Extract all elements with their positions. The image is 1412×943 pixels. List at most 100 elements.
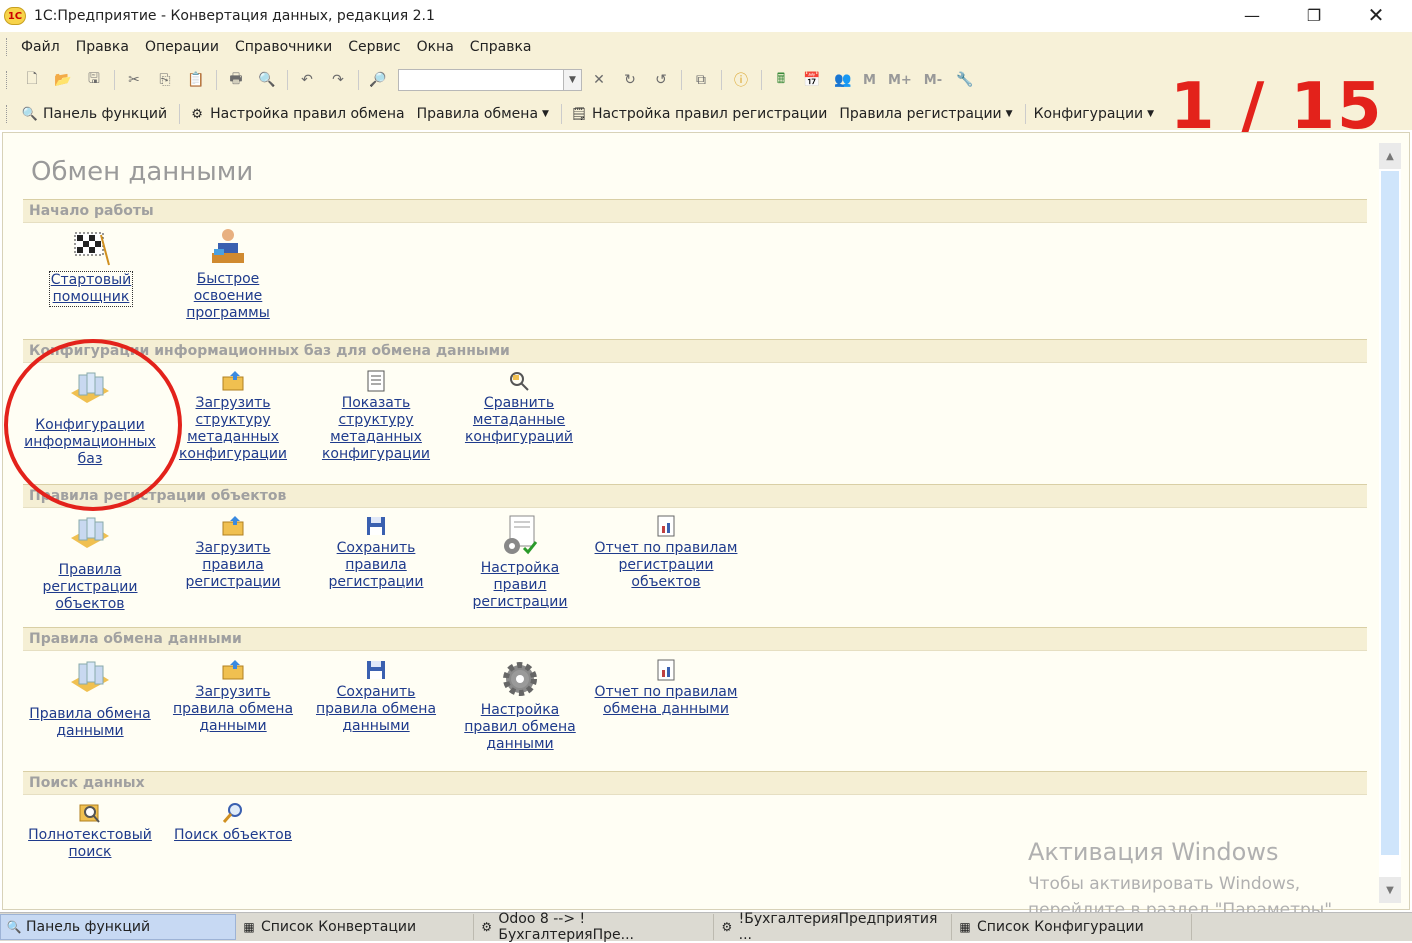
menu-edit[interactable]: Правка xyxy=(76,39,129,55)
tile-exchange-setup[interactable]: Настройка правил обмена данными xyxy=(450,658,590,753)
undo-icon[interactable]: ↶ xyxy=(296,69,318,91)
task-label: Список Конфигурации xyxy=(977,919,1144,935)
tile-registration-rules[interactable]: Правила регистрации объектов xyxy=(20,514,160,613)
grip-handle[interactable] xyxy=(6,38,9,56)
task-configurations-list[interactable]: ▦ Список Конфигурации xyxy=(952,914,1192,940)
menu-help[interactable]: Справка xyxy=(470,39,532,55)
registration-rules-dropdown[interactable]: Правила регистрации ▼ xyxy=(839,106,1012,122)
tile-save-exchange-rules[interactable]: Сохранить правила обмена данными xyxy=(306,658,446,735)
tile-start-wizard[interactable]: Стартовый помощник xyxy=(21,229,161,307)
task-odoo-conversion[interactable]: ⚙ Odoo 8 --> !БухгалтерияПре... xyxy=(474,911,714,943)
tile-registration-setup[interactable]: Настройка правил регистрации xyxy=(450,514,590,611)
search-input[interactable] xyxy=(398,69,564,91)
tile-save-registration[interactable]: Сохранить правила регистрации xyxy=(306,514,446,591)
calculator-icon[interactable]: 🖩 xyxy=(770,69,792,91)
cut-icon[interactable]: ✂ xyxy=(123,69,145,91)
configurations-dropdown[interactable]: Конфигурации ▼ xyxy=(1034,106,1154,122)
tile-label: Загрузить структуру метаданных конфигура… xyxy=(178,395,288,462)
calendar-icon[interactable]: 📅 xyxy=(801,69,823,91)
settings-gear-icon: ⚙ xyxy=(721,920,733,934)
exchange-setup-button[interactable]: ⚙ Настройка правил обмена xyxy=(188,105,404,123)
tile-label: Отчет по правилам регистрации объектов xyxy=(594,540,738,590)
redo-icon[interactable]: ↷ xyxy=(327,69,349,91)
grip-handle[interactable] xyxy=(6,105,9,123)
window-taskbar: 🔍 Панель функций ▦ Список Конвертации ⚙ … xyxy=(0,911,1412,943)
menu-windows[interactable]: Окна xyxy=(417,39,454,55)
preview-icon[interactable]: 🔍 xyxy=(256,69,278,91)
task-panel-functions[interactable]: 🔍 Панель функций xyxy=(0,914,236,940)
app-logo-icon: 1С xyxy=(4,7,26,25)
list-icon: ▦ xyxy=(959,920,971,934)
search-prev-icon[interactable]: ↺ xyxy=(650,69,672,91)
tile-object-search[interactable]: Поиск объектов xyxy=(163,801,303,844)
tile-show-metadata[interactable]: Показать структуру метаданных конфигурац… xyxy=(306,369,446,463)
paste-icon[interactable]: 📋 xyxy=(185,69,207,91)
report-icon xyxy=(657,659,675,681)
scrollbar-thumb[interactable] xyxy=(1381,171,1399,855)
windows-icon[interactable]: ⧉ xyxy=(690,69,712,91)
panel-functions-button[interactable]: 🔍 Панель функций xyxy=(21,105,167,123)
function-bar: 🔍 Панель функций ⚙ Настройка правил обме… xyxy=(0,98,1166,130)
tile-label: Сравнить метаданные конфигураций xyxy=(464,395,574,445)
tile-label: Стартовый помощник xyxy=(48,271,134,307)
vertical-scrollbar[interactable]: ▲ ▼ xyxy=(1379,143,1401,903)
tile-load-metadata[interactable]: Загрузить структуру метаданных конфигура… xyxy=(163,369,303,463)
close-icon[interactable]: ✕ xyxy=(1346,0,1406,30)
find-icon[interactable]: 🔎 xyxy=(367,69,389,91)
database-rules-icon xyxy=(71,661,109,692)
tile-registration-report[interactable]: Отчет по правилам регистрации объектов xyxy=(591,514,741,591)
chevron-down-icon[interactable]: ▼ xyxy=(564,69,582,91)
registration-setup-button[interactable]: 🗒 Настройка правил регистрации xyxy=(570,105,828,123)
tile-label: Сохранить правила обмена данными xyxy=(315,684,437,734)
scroll-up-icon[interactable]: ▲ xyxy=(1379,143,1401,169)
save-icon[interactable]: 🖫 xyxy=(83,69,105,91)
memory-m-button[interactable]: M xyxy=(863,73,876,88)
copy-icon[interactable]: ⎘ xyxy=(154,69,176,91)
tile-exchange-report[interactable]: Отчет по правилам обмена данными xyxy=(591,658,741,718)
print-icon[interactable]: 🖶 xyxy=(225,69,247,91)
scroll-down-icon[interactable]: ▼ xyxy=(1379,877,1401,903)
new-doc-icon[interactable]: 🗋 xyxy=(21,69,43,91)
tile-load-registration[interactable]: Загрузить правила регистрации xyxy=(163,514,303,591)
tile-exchange-rules[interactable]: Правила обмена данными xyxy=(20,658,160,740)
clear-search-icon[interactable]: ✕ xyxy=(588,69,610,91)
section-header: Начало работы xyxy=(23,199,1367,223)
section-header: Конфигурации информационных баз для обме… xyxy=(23,339,1367,363)
chevron-down-icon: ▼ xyxy=(1147,109,1155,119)
tools-icon[interactable]: 🔧 xyxy=(954,69,976,91)
page-title: Обмен данными xyxy=(31,157,254,187)
activation-title: Активация Windows xyxy=(1028,838,1279,866)
menu-file[interactable]: Файл xyxy=(21,39,60,55)
grip-handle[interactable] xyxy=(6,71,9,89)
configurations-label: Конфигурации xyxy=(1033,106,1144,122)
function-panel: Обмен данными Начало работы Стартовый по… xyxy=(2,132,1410,910)
exchange-rules-dropdown[interactable]: Правила обмена ▼ xyxy=(417,106,549,122)
tile-load-exchange-rules[interactable]: Загрузить правила обмена данными xyxy=(163,658,303,735)
tile-quick-start[interactable]: Быстрое освоение программы xyxy=(158,225,298,322)
compare-icon xyxy=(510,372,529,391)
tile-label: Полнотекстовый поиск xyxy=(28,827,152,860)
highlight-circle xyxy=(4,339,182,511)
tile-label: Быстрое освоение программы xyxy=(186,271,270,321)
tile-fulltext-search[interactable]: Полнотекстовый поиск xyxy=(20,801,160,861)
tile-label: Сохранить правила регистрации xyxy=(328,540,424,590)
menu-service[interactable]: Сервис xyxy=(348,39,400,55)
info-icon[interactable]: ⓘ xyxy=(730,69,752,91)
restore-icon[interactable]: ❐ xyxy=(1284,0,1344,30)
memory-minus-button[interactable]: M- xyxy=(924,73,942,88)
activation-line: Чтобы активировать Windows, xyxy=(1028,874,1301,894)
menu-catalogs[interactable]: Справочники xyxy=(235,39,332,55)
menu-operations[interactable]: Операции xyxy=(145,39,219,55)
search-next-icon[interactable]: ↻ xyxy=(619,69,641,91)
list-icon: ▦ xyxy=(243,920,255,934)
open-icon[interactable]: 📂 xyxy=(52,69,74,91)
tile-compare-metadata[interactable]: Сравнить метаданные конфигураций xyxy=(449,369,589,446)
task-accounting[interactable]: ⚙ !БухгалтерияПредприятия ... xyxy=(714,911,952,943)
minimize-icon[interactable]: — xyxy=(1222,0,1282,30)
section-header: Правила обмена данными xyxy=(23,627,1367,651)
panel-icon: 🔍 xyxy=(21,106,39,122)
task-conversion-list[interactable]: ▦ Список Конвертации xyxy=(236,914,474,940)
users-icon[interactable]: 👥 xyxy=(832,69,854,91)
registration-rules-label: Правила регистрации xyxy=(839,106,1002,122)
memory-plus-button[interactable]: M+ xyxy=(888,73,912,88)
